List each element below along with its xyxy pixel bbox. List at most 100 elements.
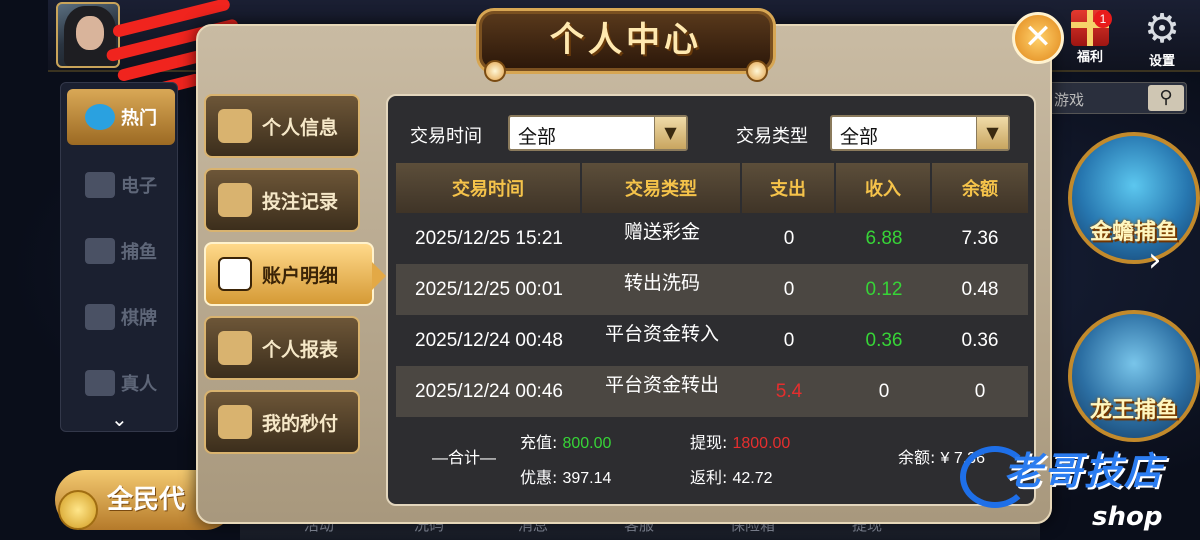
gear-icon: ⚙ [1144, 6, 1180, 52]
money-icon [218, 183, 252, 217]
m-logo-icon [218, 405, 252, 439]
category-fishing[interactable]: 捕鱼 [67, 223, 175, 279]
tab-label: 投注记录 [262, 190, 339, 213]
table-row: 2025/12/24 00:48 平台资金转入 0 0.36 0.36 [396, 315, 1028, 366]
watermark-en: shop [1092, 502, 1163, 532]
cell-type: 转出洗码 [623, 272, 700, 294]
lamp-icon [746, 60, 768, 82]
cell-balance: 0.36 [961, 329, 999, 351]
category-cards[interactable]: 棋牌 [67, 289, 175, 345]
category-hot[interactable]: 热门 [67, 89, 175, 145]
cell-balance: 7.36 [961, 227, 999, 249]
transaction-table: 交易时间 交易类型 支出 收入 余额 2025/12/25 15:21 赠送彩金… [396, 163, 1028, 417]
welfare-label: 福利 [1076, 50, 1103, 65]
game-name: 龙王捕鱼 [1089, 398, 1178, 423]
cell-in: 0.12 [865, 278, 903, 300]
document-search-icon [218, 257, 252, 291]
tab-label: 个人报表 [262, 338, 339, 361]
column-header: 交易时间 [396, 163, 582, 213]
cards-icon [85, 304, 115, 330]
tab-label: 账户明细 [262, 264, 339, 287]
cell-type: 平台资金转出 [604, 374, 719, 396]
chevron-right-icon[interactable]: › [1148, 240, 1162, 280]
summary-rebate: 返利: 42.72 [690, 468, 773, 487]
cell-time: 2025/12/25 15:21 [415, 227, 563, 249]
cell-balance: 0 [974, 380, 986, 402]
lamp-icon [484, 60, 506, 82]
discount-value: 397.14 [562, 470, 612, 487]
cell-balance: 0.48 [961, 278, 999, 300]
game-name: 金蟾捕鱼 [1089, 220, 1178, 245]
search-input[interactable]: 游戏 ⚲ [1045, 82, 1187, 114]
notification-badge: 1 [1094, 10, 1112, 28]
category-label: 真人 [121, 374, 157, 395]
table-header: 交易时间 交易类型 支出 收入 余额 [396, 163, 1028, 213]
cell-out: 0 [783, 227, 795, 249]
category-live[interactable]: 真人 [67, 355, 175, 411]
column-header: 交易类型 [582, 163, 742, 213]
category-label: 电子 [121, 176, 157, 197]
time-filter-select[interactable]: 全部 ▼ [508, 115, 688, 151]
cell-time: 2025/12/25 00:01 [415, 278, 563, 300]
welfare-button[interactable]: 1 福利 [1064, 8, 1116, 68]
tab-label: 我的秒付 [262, 412, 339, 435]
category-menu: 热门 电子 捕鱼 棋牌 真人 ⌄ [60, 82, 178, 432]
cell-in: 6.88 [865, 227, 903, 249]
summary-recharge: 充值: 800.00 [520, 433, 612, 452]
shop-watermark: 老哥技店 shop [960, 440, 1200, 540]
recharge-value: 800.00 [562, 435, 612, 452]
select-value: 全部 [840, 126, 879, 148]
search-icon[interactable]: ⚲ [1148, 85, 1184, 111]
column-header: 支出 [742, 163, 836, 213]
chevron-down-icon[interactable]: ▼ [654, 117, 686, 149]
game-tile-golden-toad[interactable]: 金蟾捕鱼 [1068, 132, 1200, 264]
chevron-down-icon[interactable]: ⌄ [111, 407, 128, 431]
watermark-cn: 老哥技店 [1004, 449, 1165, 493]
pie-chart-icon [218, 331, 252, 365]
category-label: 热门 [121, 108, 157, 129]
close-icon[interactable]: ✕ [1012, 12, 1064, 64]
summary-withdraw: 提现: 1800.00 [690, 433, 791, 452]
modal-title: 个人中心 [550, 20, 702, 60]
select-value: 全部 [518, 126, 557, 148]
cell-out: 5.4 [775, 380, 803, 402]
cell-time: 2025/12/24 00:48 [415, 329, 563, 351]
tab-bet-records[interactable]: 投注记录 [204, 168, 360, 232]
cell-in: 0 [878, 380, 890, 402]
table-row: 2025/12/25 15:21 赠送彩金 0 6.88 7.36 [396, 213, 1028, 264]
game-tile-dragon-king[interactable]: 龙王捕鱼 [1068, 310, 1200, 442]
type-filter-select[interactable]: 全部 ▼ [830, 115, 1010, 151]
search-placeholder: 游戏 [1054, 91, 1085, 109]
category-slots[interactable]: 电子 [67, 157, 175, 213]
coin-icon [58, 490, 98, 530]
cell-time: 2025/12/24 00:46 [415, 380, 563, 402]
rebate-value: 42.72 [732, 470, 773, 487]
cell-out: 0 [783, 278, 795, 300]
summary-discount: 优惠: 397.14 [520, 468, 612, 487]
summary-total-label: —合计— [432, 450, 497, 467]
tab-label: 个人信息 [262, 116, 339, 139]
withdraw-value: 1800.00 [732, 435, 791, 452]
settings-button[interactable]: ⚙ 设置 [1136, 6, 1188, 69]
tab-personal-info[interactable]: 个人信息 [204, 94, 360, 158]
fish-icon [85, 238, 115, 264]
tab-account-details[interactable]: 账户明细 [204, 242, 386, 306]
category-label: 捕鱼 [121, 242, 157, 263]
slot-machine-icon [85, 172, 115, 198]
cell-type: 平台资金转入 [604, 323, 719, 345]
settings-label: 设置 [1148, 54, 1175, 69]
fire-icon [85, 104, 115, 130]
type-filter-label: 交易类型 [736, 126, 808, 147]
tab-personal-report[interactable]: 个人报表 [204, 316, 360, 380]
chevron-down-icon[interactable]: ▼ [976, 117, 1008, 149]
tab-my-instant-pay[interactable]: 我的秒付 [204, 390, 360, 454]
column-header: 收入 [836, 163, 932, 213]
cell-type: 赠送彩金 [623, 221, 700, 243]
table-row: 2025/12/24 00:46 平台资金转出 5.4 0 0 [396, 366, 1028, 417]
table-row: 2025/12/25 00:01 转出洗码 0 0.12 0.48 [396, 264, 1028, 315]
cell-in: 0.36 [865, 329, 903, 351]
category-label: 棋牌 [121, 308, 157, 329]
modal-title-plate: 个人中心 [476, 8, 776, 74]
column-header: 余额 [932, 163, 1028, 213]
person-icon [85, 370, 115, 396]
